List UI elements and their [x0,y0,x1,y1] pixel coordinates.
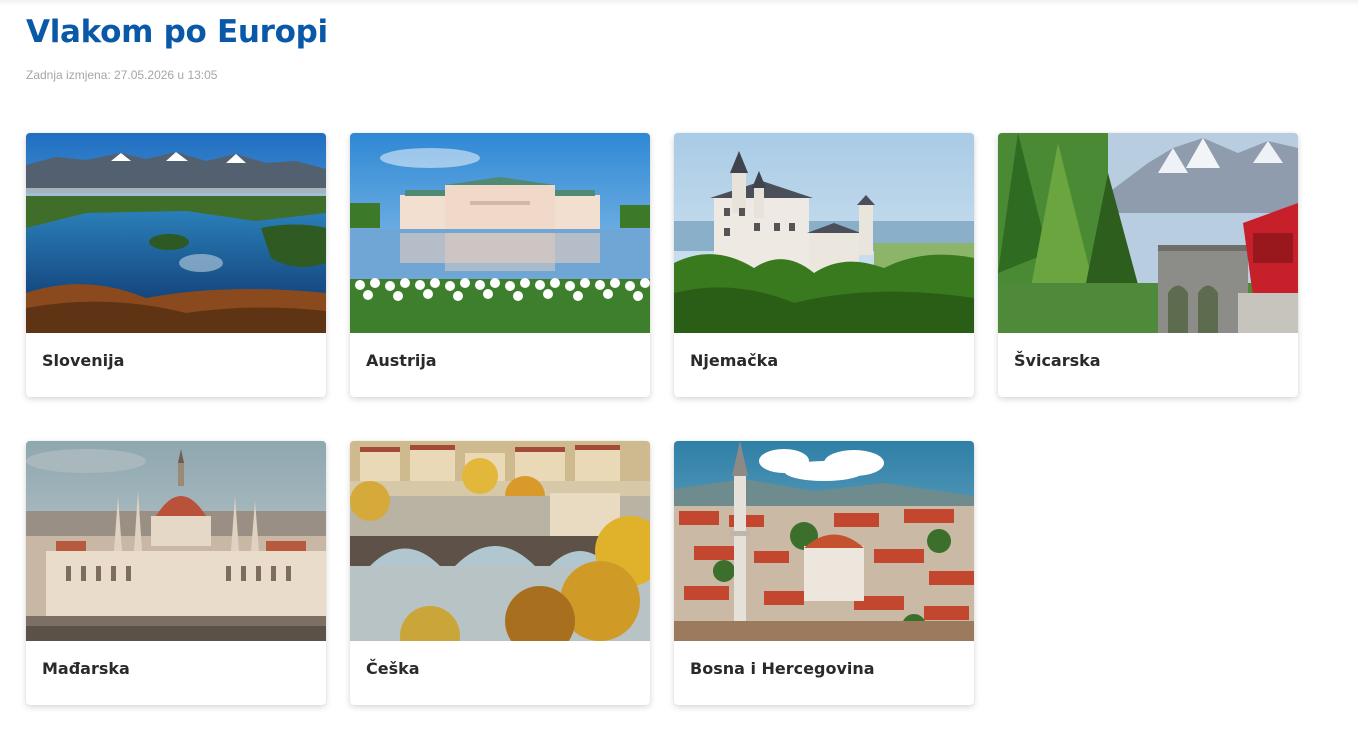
country-card-njemacka[interactable]: Njemačka [674,133,974,397]
country-card-madarska[interactable]: Mađarska [26,441,326,705]
card-label: Slovenija [42,351,125,370]
country-card-austrija[interactable]: Austrija [350,133,650,397]
mosque-minaret-town-photo [674,441,974,641]
prague-charles-bridge-photo [350,441,650,641]
lake-bled-photo [26,133,326,333]
last-modified-text: Zadnja izmjena: 27.05.2026 u 13:05 [26,68,218,82]
card-label: Švicarska [1014,351,1101,370]
top-shadow [0,0,1358,6]
card-label: Češka [366,659,420,678]
card-label: Bosna i Hercegovina [690,659,875,678]
red-train-viaduct-photo [998,133,1298,333]
country-card-slovenija[interactable]: Slovenija [26,133,326,397]
card-label: Austrija [366,351,437,370]
neuschwanstein-castle-photo [674,133,974,333]
country-card-svicarska[interactable]: Švicarska [998,133,1298,397]
page-title: Vlakom po Europi [26,14,328,50]
belvedere-palace-photo [350,133,650,333]
card-label: Njemačka [690,351,779,370]
country-card-ceska[interactable]: Češka [350,441,650,705]
card-label: Mađarska [42,659,130,678]
country-card-bosna-i-hercegovina[interactable]: Bosna i Hercegovina [674,441,974,705]
budapest-parliament-photo [26,441,326,641]
